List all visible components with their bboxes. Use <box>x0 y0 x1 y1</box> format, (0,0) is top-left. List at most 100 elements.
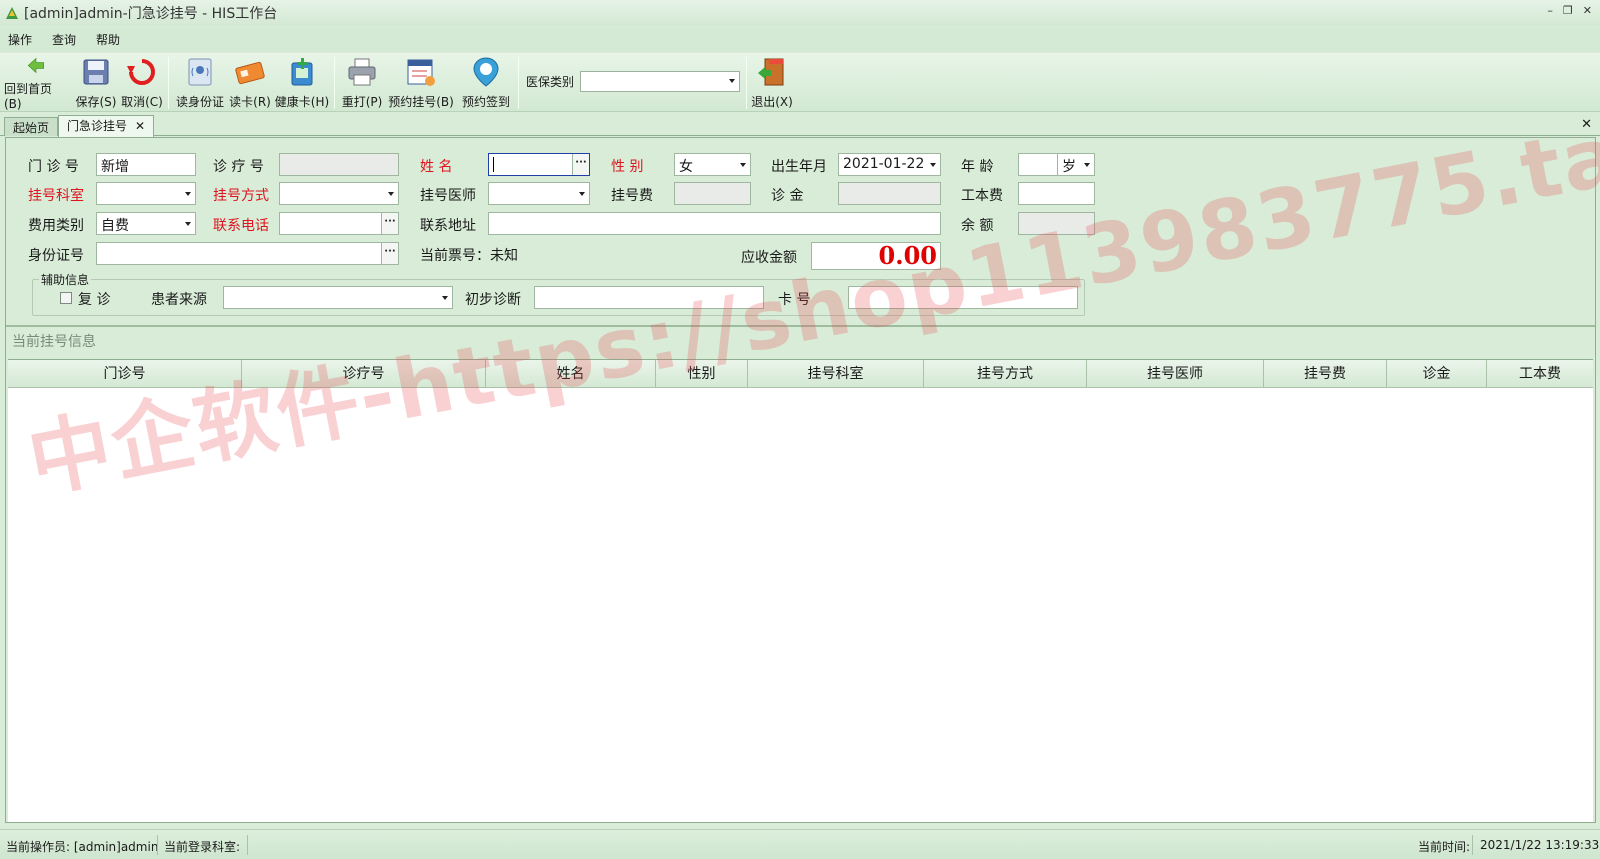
toolbar-separator <box>168 57 169 109</box>
reg-fee-field[interactable] <box>674 182 751 205</box>
age-label: 年 龄 <box>961 159 994 175</box>
close-tab-icon[interactable]: ✕ <box>135 119 145 133</box>
title-bar: [admin]admin-门急诊挂号 - HIS工作台 – ❐ ✕ <box>0 0 1600 26</box>
chevron-down-icon <box>729 79 735 83</box>
reg-type-label: 挂号方式 <box>213 188 269 204</box>
cancel-button[interactable]: 取消(C) <box>120 55 164 111</box>
maximize-button[interactable]: ❐ <box>1563 4 1573 17</box>
minimize-button[interactable]: – <box>1547 4 1553 17</box>
health-card-button[interactable]: 健康卡(H) <box>274 55 330 111</box>
name-label: 姓 名 <box>420 159 453 175</box>
doctor-label: 挂号医师 <box>420 188 476 204</box>
close-all-tabs-icon[interactable]: ✕ <box>1581 117 1592 132</box>
patient-source-select[interactable] <box>223 286 453 309</box>
clinic-no-field[interactable]: 新增 <box>96 153 196 176</box>
home-button[interactable]: 回到首页(B) <box>4 55 68 111</box>
revisit-checkbox[interactable] <box>60 292 72 304</box>
status-time-label: 当前时间: <box>1418 840 1471 854</box>
address-input[interactable] <box>488 212 941 235</box>
phone-label: 联系电话 <box>213 218 269 234</box>
text-cursor <box>493 156 494 172</box>
col-diag-fee[interactable]: 诊金 <box>1387 360 1487 388</box>
ticket-no-text: 当前票号：未知 <box>420 248 518 264</box>
phone-input[interactable]: ··· <box>279 212 399 235</box>
chevron-down-icon <box>388 192 394 196</box>
chevron-down-icon <box>185 222 191 226</box>
cost-fee-field[interactable] <box>1018 182 1095 205</box>
gender-label: 性 别 <box>611 159 644 175</box>
age-input[interactable] <box>1018 153 1058 176</box>
name-lookup-button[interactable]: ··· <box>572 154 589 175</box>
status-dept: 当前登录科室: <box>164 840 241 854</box>
age-unit-select[interactable]: 岁 <box>1057 153 1095 176</box>
exit-door-icon <box>758 58 784 86</box>
tab-start-page[interactable]: 起始页 <box>4 117 59 136</box>
status-separator <box>157 835 158 855</box>
chevron-down-icon <box>930 163 936 167</box>
doctor-select[interactable] <box>488 182 590 205</box>
card-icon <box>235 61 265 85</box>
col-name[interactable]: 姓名 <box>486 360 656 388</box>
location-checkin-icon <box>473 57 499 87</box>
address-label: 联系地址 <box>420 218 476 234</box>
birth-date-picker[interactable]: 2021-01-22 <box>838 153 941 176</box>
col-reg-fee[interactable]: 挂号费 <box>1264 360 1387 388</box>
reprint-button[interactable]: 重打(P) <box>340 55 384 111</box>
col-reg-type[interactable]: 挂号方式 <box>924 360 1087 388</box>
reg-type-select[interactable] <box>279 182 399 205</box>
dept-select[interactable] <box>96 182 196 205</box>
col-gender[interactable]: 性别 <box>656 360 748 388</box>
col-clinic-no[interactable]: 门诊号 <box>8 360 242 388</box>
card-no-input[interactable] <box>848 286 1078 309</box>
window-title: [admin]admin-门急诊挂号 - HIS工作台 <box>24 6 278 22</box>
treatment-no-label: 诊 疗 号 <box>213 159 264 175</box>
phone-lookup-button[interactable]: ··· <box>381 213 398 234</box>
birth-date-label: 出生年月 <box>771 159 827 175</box>
diag-fee-field[interactable] <box>838 182 941 205</box>
col-doctor[interactable]: 挂号医师 <box>1087 360 1264 388</box>
cost-fee-label: 工本费 <box>961 188 1003 204</box>
col-treatment-no[interactable]: 诊疗号 <box>242 360 486 388</box>
exit-button[interactable]: 退出(X) <box>750 55 794 111</box>
id-card-reader-icon <box>188 58 212 86</box>
undo-icon <box>127 59 155 85</box>
registration-table[interactable]: 门诊号 诊疗号 姓名 性别 挂号科室 挂号方式 挂号医师 挂号费 诊金 工本费 <box>8 359 1593 822</box>
read-card-button[interactable]: 读卡(R) <box>228 55 272 111</box>
status-time-value: 2021/1/22 13:19:33 <box>1480 838 1600 852</box>
card-no-label: 卡 号 <box>778 292 811 308</box>
close-window-button[interactable]: ✕ <box>1583 4 1592 17</box>
col-dept[interactable]: 挂号科室 <box>748 360 924 388</box>
balance-field[interactable] <box>1018 212 1095 235</box>
app-logo-icon <box>6 7 18 19</box>
prelim-diagnosis-label: 初步诊断 <box>465 292 521 308</box>
prelim-diagnosis-input[interactable] <box>534 286 764 309</box>
id-card-lookup-button[interactable]: ··· <box>381 243 398 264</box>
printer-icon <box>348 58 376 86</box>
read-id-card-button[interactable]: 读身份证 <box>174 55 226 111</box>
tab-outpatient-registration[interactable]: 门急诊挂号 ✕ <box>58 115 155 137</box>
insurance-type-select[interactable] <box>580 71 740 92</box>
save-icon <box>83 59 109 85</box>
name-input[interactable]: ··· <box>488 153 590 176</box>
status-separator <box>247 835 248 855</box>
menu-query[interactable]: 查询 <box>52 31 76 48</box>
chevron-down-icon <box>579 192 585 196</box>
appointment-button[interactable]: 预约挂号(B) <box>388 55 454 111</box>
save-button[interactable]: 保存(S) <box>74 55 118 111</box>
col-cost-fee[interactable]: 工本费 <box>1487 360 1593 388</box>
appointment-icon <box>407 59 435 86</box>
amount-due-label: 应收金额 <box>741 250 797 266</box>
aux-info-group: 辅助信息 复 诊 患者来源 初步诊断 卡 号 <box>32 271 1085 316</box>
menu-operate[interactable]: 操作 <box>8 31 32 48</box>
id-card-input[interactable]: ··· <box>96 242 399 265</box>
fee-type-label: 费用类别 <box>28 218 84 234</box>
table-header: 门诊号 诊疗号 姓名 性别 挂号科室 挂号方式 挂号医师 挂号费 诊金 工本费 <box>8 360 1593 388</box>
dept-label: 挂号科室 <box>28 188 84 204</box>
menu-help[interactable]: 帮助 <box>96 31 120 48</box>
fee-type-select[interactable]: 自费 <box>96 212 196 235</box>
insurance-type-label: 医保类别 <box>526 75 575 89</box>
gender-select[interactable]: 女 <box>674 153 751 176</box>
treatment-no-field[interactable] <box>279 153 399 176</box>
appointment-checkin-button[interactable]: 预约签到 <box>458 55 514 111</box>
aux-info-title: 辅助信息 <box>39 271 92 288</box>
